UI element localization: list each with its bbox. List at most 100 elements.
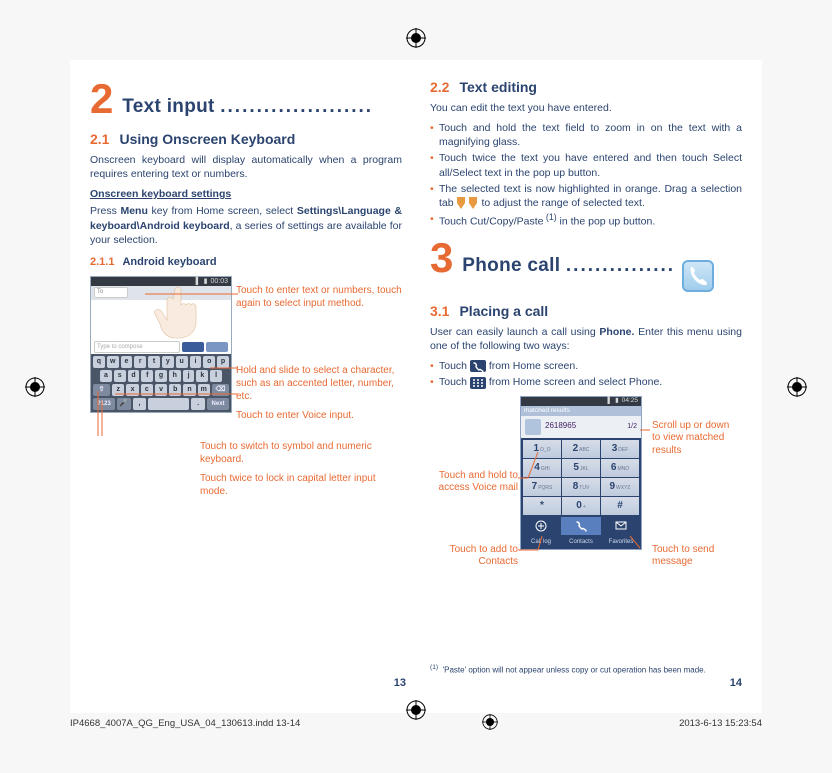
section-3-1-heading: 3.1Placing a call [430,302,742,321]
kb-key: o [203,356,215,368]
phone-app-icon [682,260,714,292]
kb-key: w [107,356,119,368]
kb-key: a [100,370,112,382]
shift-key-icon: ⇧ [93,384,110,396]
bullet-highlight: The selected text is now highlighted in … [430,182,742,210]
next-key: Next [207,398,229,410]
call-button-icon [561,517,601,535]
dial-key-9: 9WXYZ [601,478,639,496]
send-button-illustration [182,342,204,352]
status-bar: ▌ ▮ 04:25 [521,397,641,406]
result-count: 1/2 [627,422,637,431]
keyboard-settings-text: Press Menu key from Home screen, select … [90,204,402,247]
section-2-1-1-heading: 2.1.1Android keyboard [90,255,402,270]
dialer-figure: ▌ ▮ 04:25 matched results 2618965 1/2 1O… [430,396,742,596]
section-2-2-intro: You can edit the text you have entered. [430,101,742,115]
dial-key-2: 2ABC [562,440,600,458]
compose-field: Type to compose [94,341,180,353]
registration-mark-icon [787,377,807,397]
callout-add-contacts: Touch to add to Contacts [430,544,518,569]
status-bar: ▌ ▮ 00:03 [91,277,231,286]
callout-symbol-kb: Touch to switch to symbol and numeric ke… [200,440,402,466]
backspace-key-icon: ⌫ [212,384,229,396]
kb-key: c [141,384,153,396]
space-key [148,398,189,410]
selection-handle-icon [457,197,479,209]
placing-call-bullets: Touch from Home screen. Touch from Home [430,359,742,389]
mic-key-icon: 🎤 [117,398,131,410]
registration-mark-icon [406,28,426,48]
avatar-icon [525,419,541,435]
dial-key-hash: # [601,497,639,515]
onscreen-keyboard-settings-heading: Onscreen keyboard settings [90,187,402,201]
matched-result-row: 2618965 1/2 [521,416,641,438]
dial-key-4: 4GHI [523,459,561,477]
page-spread: 2 Text input ..................... 2.1Us… [70,60,762,713]
keyboard-keys: q w e r t y u i o p [91,354,231,412]
keyboard-illustration: ▌ ▮ 00:03 To Type to compose [90,276,232,413]
callout-caps-lock: Touch twice to lock in capital letter in… [200,472,402,498]
kb-key: s [114,370,126,382]
bullet-zoom: Touch and hold the text field to zoom in… [430,121,742,149]
page-14: 2.2Text editing You can edit the text yo… [416,78,748,691]
dial-key-7: 7PQRS [523,478,561,496]
dial-key-1: 1O_O [523,440,561,458]
kb-key: f [141,370,153,382]
registration-mark-icon [482,714,498,733]
signal-icon: ▌ [196,277,201,286]
kb-key: b [169,384,181,396]
dial-key-star: * [523,497,561,515]
tab-favorites: Favorites [601,535,641,549]
dial-key-3: 3DEF [601,440,639,458]
kb-key: . [191,398,205,410]
callout-input-method: Touch to enter text or numbers, touch ag… [236,284,402,310]
kb-key: y [162,356,174,368]
callout-accented: Hold and slide to select a character, su… [236,364,402,403]
page-number: 13 [394,676,406,691]
bullet-touch-apps: Touch from Home screen and select Phone. [430,375,742,389]
chapter-title: Phone call ............... [462,253,675,279]
battery-icon: ▮ [204,277,208,286]
kb-key: t [148,356,160,368]
battery-icon: ▮ [615,397,619,406]
send-button-illustration [206,342,228,352]
page-13: 2 Text input ..................... 2.1Us… [84,78,416,691]
phone-home-icon [470,360,486,372]
kb-key: n [183,384,195,396]
kb-key: x [126,384,138,396]
kb-key: i [190,356,202,368]
kb-key: v [155,384,167,396]
kb-key: g [155,370,167,382]
kb-row-2: a s d f g h j k l [93,370,229,382]
print-timestamp: 2013-6-13 15:23:54 [679,718,762,729]
bullet-cutcopypaste: Touch Cut/Copy/Paste (1) in the pop up b… [430,212,742,229]
apps-grid-icon [470,377,486,389]
message-button-icon [601,517,641,535]
dial-key-5: 5JKL [562,459,600,477]
dialer-action-row [521,517,641,535]
kb-key: q [93,356,105,368]
kb-key: l [210,370,222,382]
registration-mark-icon [25,377,45,397]
symbols-key: ?123 [93,398,115,410]
dial-key-6: 6MNO [601,459,639,477]
footnote: (1) 'Paste' option will not appear unles… [430,663,742,676]
section-3-1-intro: User can easily launch a call using Phon… [430,325,742,353]
add-contact-button-icon [521,517,561,535]
kb-key: k [196,370,208,382]
bullet-touch-phone: Touch from Home screen. [430,359,742,373]
chapter-number: 3 [430,237,453,279]
kb-key: z [112,384,124,396]
kb-row-1: q w e r t y u i o p [93,356,229,368]
dialpad: 1O_O2ABC3DEF 4GHI5JKL6MNO 7PQRS8TUV9WXYZ… [521,438,641,517]
keyboard-figure: ▌ ▮ 00:03 To Type to compose [90,276,402,498]
bullet-select: Touch twice the text you have entered an… [430,151,742,179]
kb-key: j [183,370,195,382]
tab-contacts: Contacts [561,535,601,549]
page-number: 14 [730,676,742,691]
page: 2 Text input ..................... 2.1Us… [0,0,832,773]
kb-key: , [133,398,147,410]
chapter-header: 3 Phone call ............... [430,237,742,292]
to-field: To [94,287,128,298]
callout-scroll-results: Scroll up or down to view matched result… [652,420,740,458]
